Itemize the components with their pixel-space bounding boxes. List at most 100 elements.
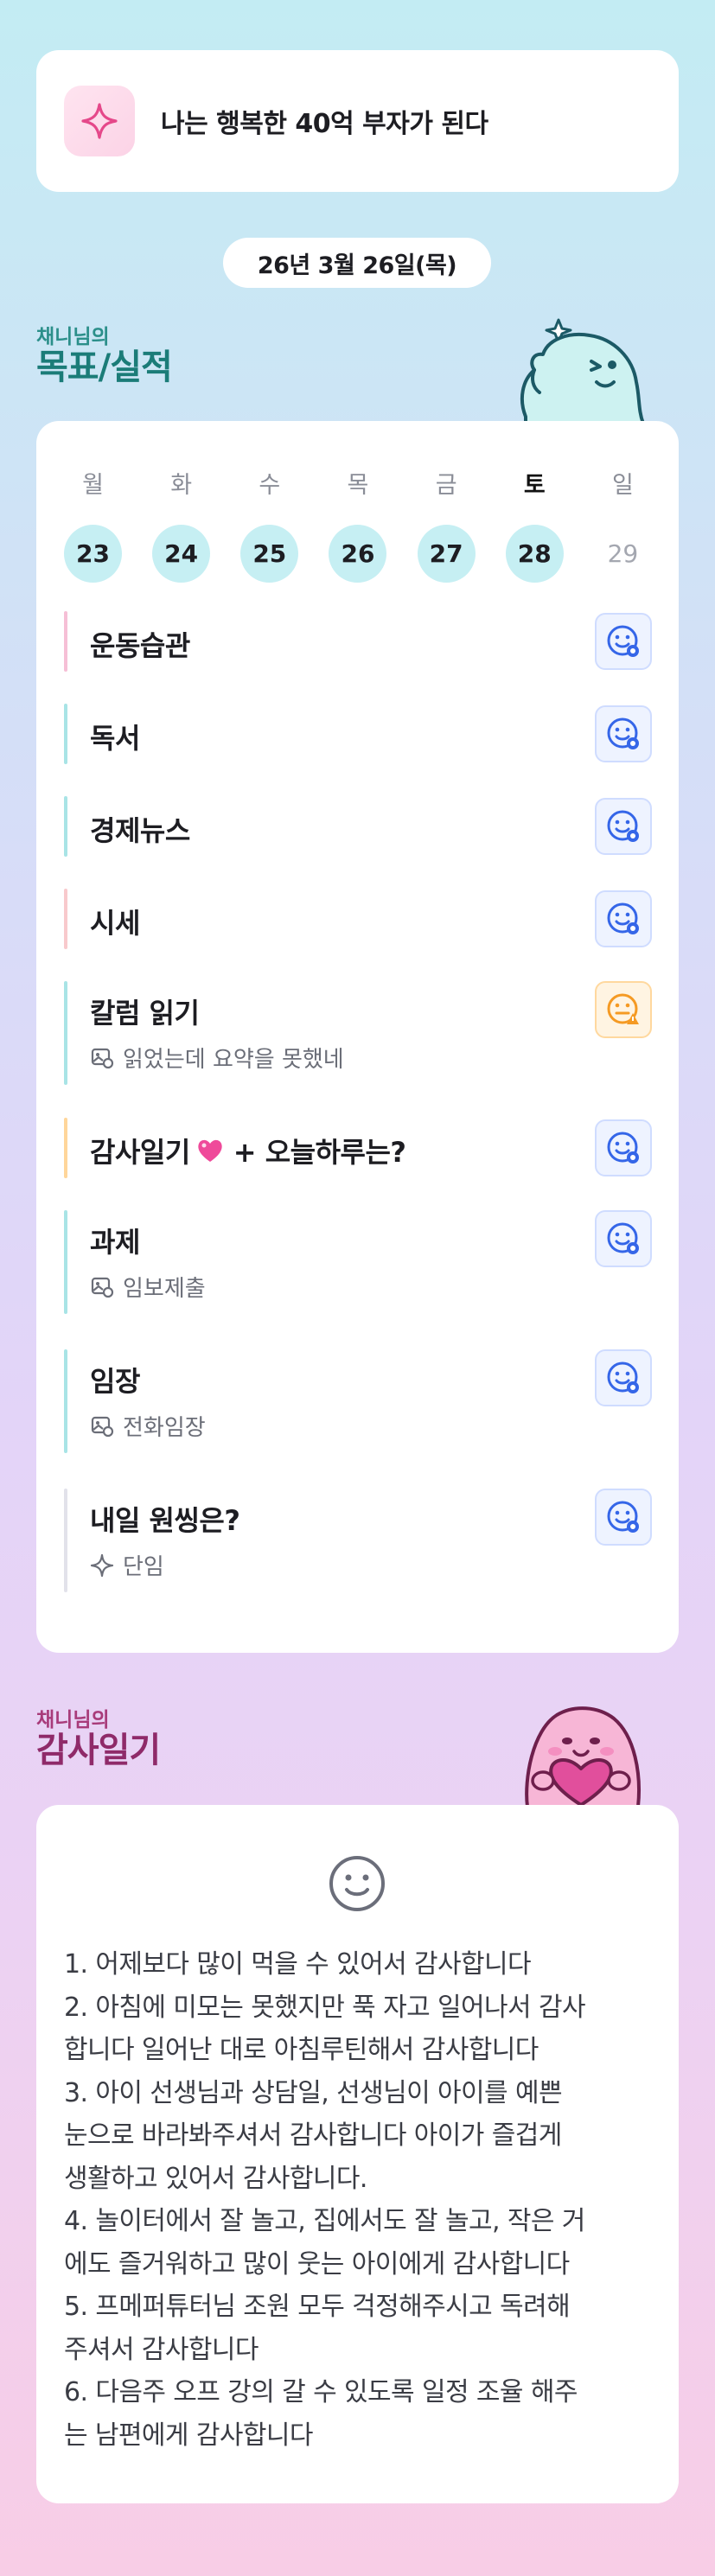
gratitude-line: 눈으로 바라봐주셔서 감사합니다 아이가 즐겁게: [64, 2120, 562, 2151]
goals-card: 월 23 화 24 수 25 목 26 금 27 토 28 일 29 운동습관 …: [36, 421, 679, 1653]
status-smile-button[interactable]: [595, 705, 652, 762]
day-mon[interactable]: 월 23: [64, 466, 122, 583]
gratitude-line: 합니다 일어난 대로 아침루틴해서 감사합니다: [64, 2035, 539, 2065]
mascot-heart-icon: [525, 1706, 641, 1807]
gratitude-line: 는 남편에게 감사합니다: [64, 2420, 313, 2451]
item-color-bar: [64, 889, 67, 949]
day-label: 금: [435, 472, 457, 499]
smile-face-icon: [607, 717, 639, 749]
item-title: 과제: [90, 1226, 140, 1259]
gratitude-text: 1. 어제보다 많이 먹을 수 있어서 감사합니다 2. 아침에 미모는 못했지…: [64, 1943, 661, 2457]
day-label: 토: [523, 472, 546, 499]
item-title: 임장: [90, 1365, 140, 1398]
mascot-icon: [520, 318, 645, 424]
goal-item[interactable]: 내일 원씽은? 단임: [64, 1489, 652, 1592]
date-pill[interactable]: 26년 3월 26일(목): [223, 238, 491, 288]
item-color-bar: [64, 981, 67, 1085]
gratitude-section-title: 감사일기: [36, 1731, 161, 1770]
week-strip: 월 23 화 24 수 25 목 26 금 27 토 28 일 29: [64, 466, 652, 583]
gratitude-card[interactable]: 1. 어제보다 많이 먹을 수 있어서 감사합니다 2. 아침에 미모는 못했지…: [36, 1805, 679, 2503]
gratitude-line: 에도 즐거워하고 많이 웃는 아이에게 감사합니다: [64, 2248, 570, 2280]
day-fri[interactable]: 금 27: [417, 466, 476, 583]
goal-item[interactable]: 시세: [64, 889, 652, 949]
goal-item[interactable]: 운동습관: [64, 611, 652, 672]
day-wed[interactable]: 수 25: [240, 466, 299, 583]
item-title: 운동습관: [90, 629, 190, 662]
day-label: 목: [347, 472, 369, 499]
gratitude-line: 3. 아이 선생님과 상담일, 선생님이 아이를 예쁜: [64, 2077, 563, 2108]
gratitude-line: 4. 놀이터에서 잘 놀고, 집에서도 잘 놀고, 작은 거: [64, 2206, 585, 2236]
goal-item[interactable]: 감사일기 + 오늘하루는?: [64, 1118, 652, 1178]
goal-item[interactable]: 독서: [64, 704, 652, 764]
item-title: 독서: [90, 722, 140, 755]
day-label: 수: [259, 472, 281, 499]
item-title: 시세: [90, 907, 140, 940]
item-note: 읽었는데 요약을 못했네: [90, 1042, 344, 1074]
smile-face-icon: [607, 1222, 639, 1254]
item-color-bar: [64, 1489, 67, 1592]
item-color-bar: [64, 1210, 67, 1314]
item-color-bar: [64, 611, 67, 672]
gratitude-line: 주셔서 감사합니다: [64, 2334, 259, 2365]
item-note: 단임: [90, 1549, 164, 1581]
item-title: 내일 원씽은?: [90, 1504, 240, 1537]
smile-face-icon: [329, 1856, 385, 1911]
item-color-bar: [64, 1118, 67, 1178]
status-smile-button[interactable]: [595, 613, 652, 670]
photo-icon: [90, 1275, 114, 1299]
status-warning-button[interactable]: [595, 981, 652, 1038]
goal-item[interactable]: 경제뉴스: [64, 796, 652, 857]
sparkle-icon: [64, 86, 135, 156]
gratitude-line: 6. 다음주 오프 강의 갈 수 있도록 일정 조율 해주: [64, 2377, 578, 2407]
item-note: 임보제출: [90, 1271, 206, 1303]
day-number: 25: [240, 525, 299, 583]
day-number: 23: [64, 525, 122, 583]
photo-icon: [90, 1046, 114, 1070]
day-tue[interactable]: 화 24: [152, 466, 211, 583]
smile-face-icon: [607, 1361, 639, 1393]
smile-face-icon: [607, 1501, 639, 1533]
day-sun[interactable]: 일 29: [594, 466, 652, 583]
gratitude-line: 생활하고 있어서 감사합니다.: [64, 2163, 367, 2194]
item-note-text: 임보제출: [123, 1276, 206, 1302]
gratitude-line: 5. 프메퍼튜터님 조원 모두 걱정해주시고 독려해: [64, 2292, 571, 2322]
gratitude-line: 1. 어제보다 많이 먹을 수 있어서 감사합니다: [64, 1949, 532, 1980]
day-number: 28: [505, 525, 564, 583]
item-title: 칼럼 읽기: [90, 997, 200, 1030]
item-title: 경제뉴스: [90, 814, 190, 847]
heart-icon: [198, 1139, 222, 1162]
item-color-bar: [64, 704, 67, 764]
status-smile-button[interactable]: [595, 798, 652, 855]
status-smile-button[interactable]: [595, 1210, 652, 1267]
smile-face-icon: [607, 625, 639, 657]
goal-item[interactable]: 임장 전화임장: [64, 1349, 652, 1453]
goal-item[interactable]: 칼럼 읽기 읽었는데 요약을 못했네: [64, 981, 652, 1085]
status-smile-button[interactable]: [595, 1119, 652, 1176]
day-label: 일: [612, 472, 634, 499]
status-smile-button[interactable]: [595, 1489, 652, 1546]
goal-text: 나는 행복한 40억 부자가 된다: [161, 109, 488, 139]
day-number: 29: [607, 539, 639, 568]
status-smile-button[interactable]: [595, 890, 652, 947]
smile-face-icon: [607, 810, 639, 842]
item-color-bar: [64, 1349, 67, 1453]
goal-item[interactable]: 과제 임보제출: [64, 1210, 652, 1314]
warning-face-icon: [607, 993, 639, 1024]
gratitude-section-header: 채니님의 감사일기: [36, 1703, 161, 1770]
day-number: 26: [329, 525, 387, 583]
goal-card[interactable]: 나는 행복한 40억 부자가 된다: [36, 50, 679, 192]
goals-section-title: 목표/실적: [36, 348, 173, 387]
goals-section-header: 채니님의 목표/실적: [36, 320, 173, 387]
item-title: 감사일기 + 오늘하루는?: [90, 1131, 406, 1170]
day-thu[interactable]: 목 26: [329, 466, 387, 583]
day-sat[interactable]: 토 28: [505, 466, 564, 583]
goals-section-subtitle: 채니님의: [36, 326, 110, 348]
item-note-text: 전화임장: [123, 1415, 206, 1441]
gratitude-line: 2. 아침에 미모는 못했지만 푹 자고 일어나서 감사: [64, 1992, 586, 2023]
item-note-text: 읽었는데 요약을 못했네: [123, 1047, 344, 1073]
status-smile-button[interactable]: [595, 1349, 652, 1406]
photo-icon: [90, 1414, 114, 1438]
item-note: 전화임장: [90, 1410, 206, 1442]
day-label: 월: [82, 472, 104, 499]
item-color-bar: [64, 796, 67, 857]
